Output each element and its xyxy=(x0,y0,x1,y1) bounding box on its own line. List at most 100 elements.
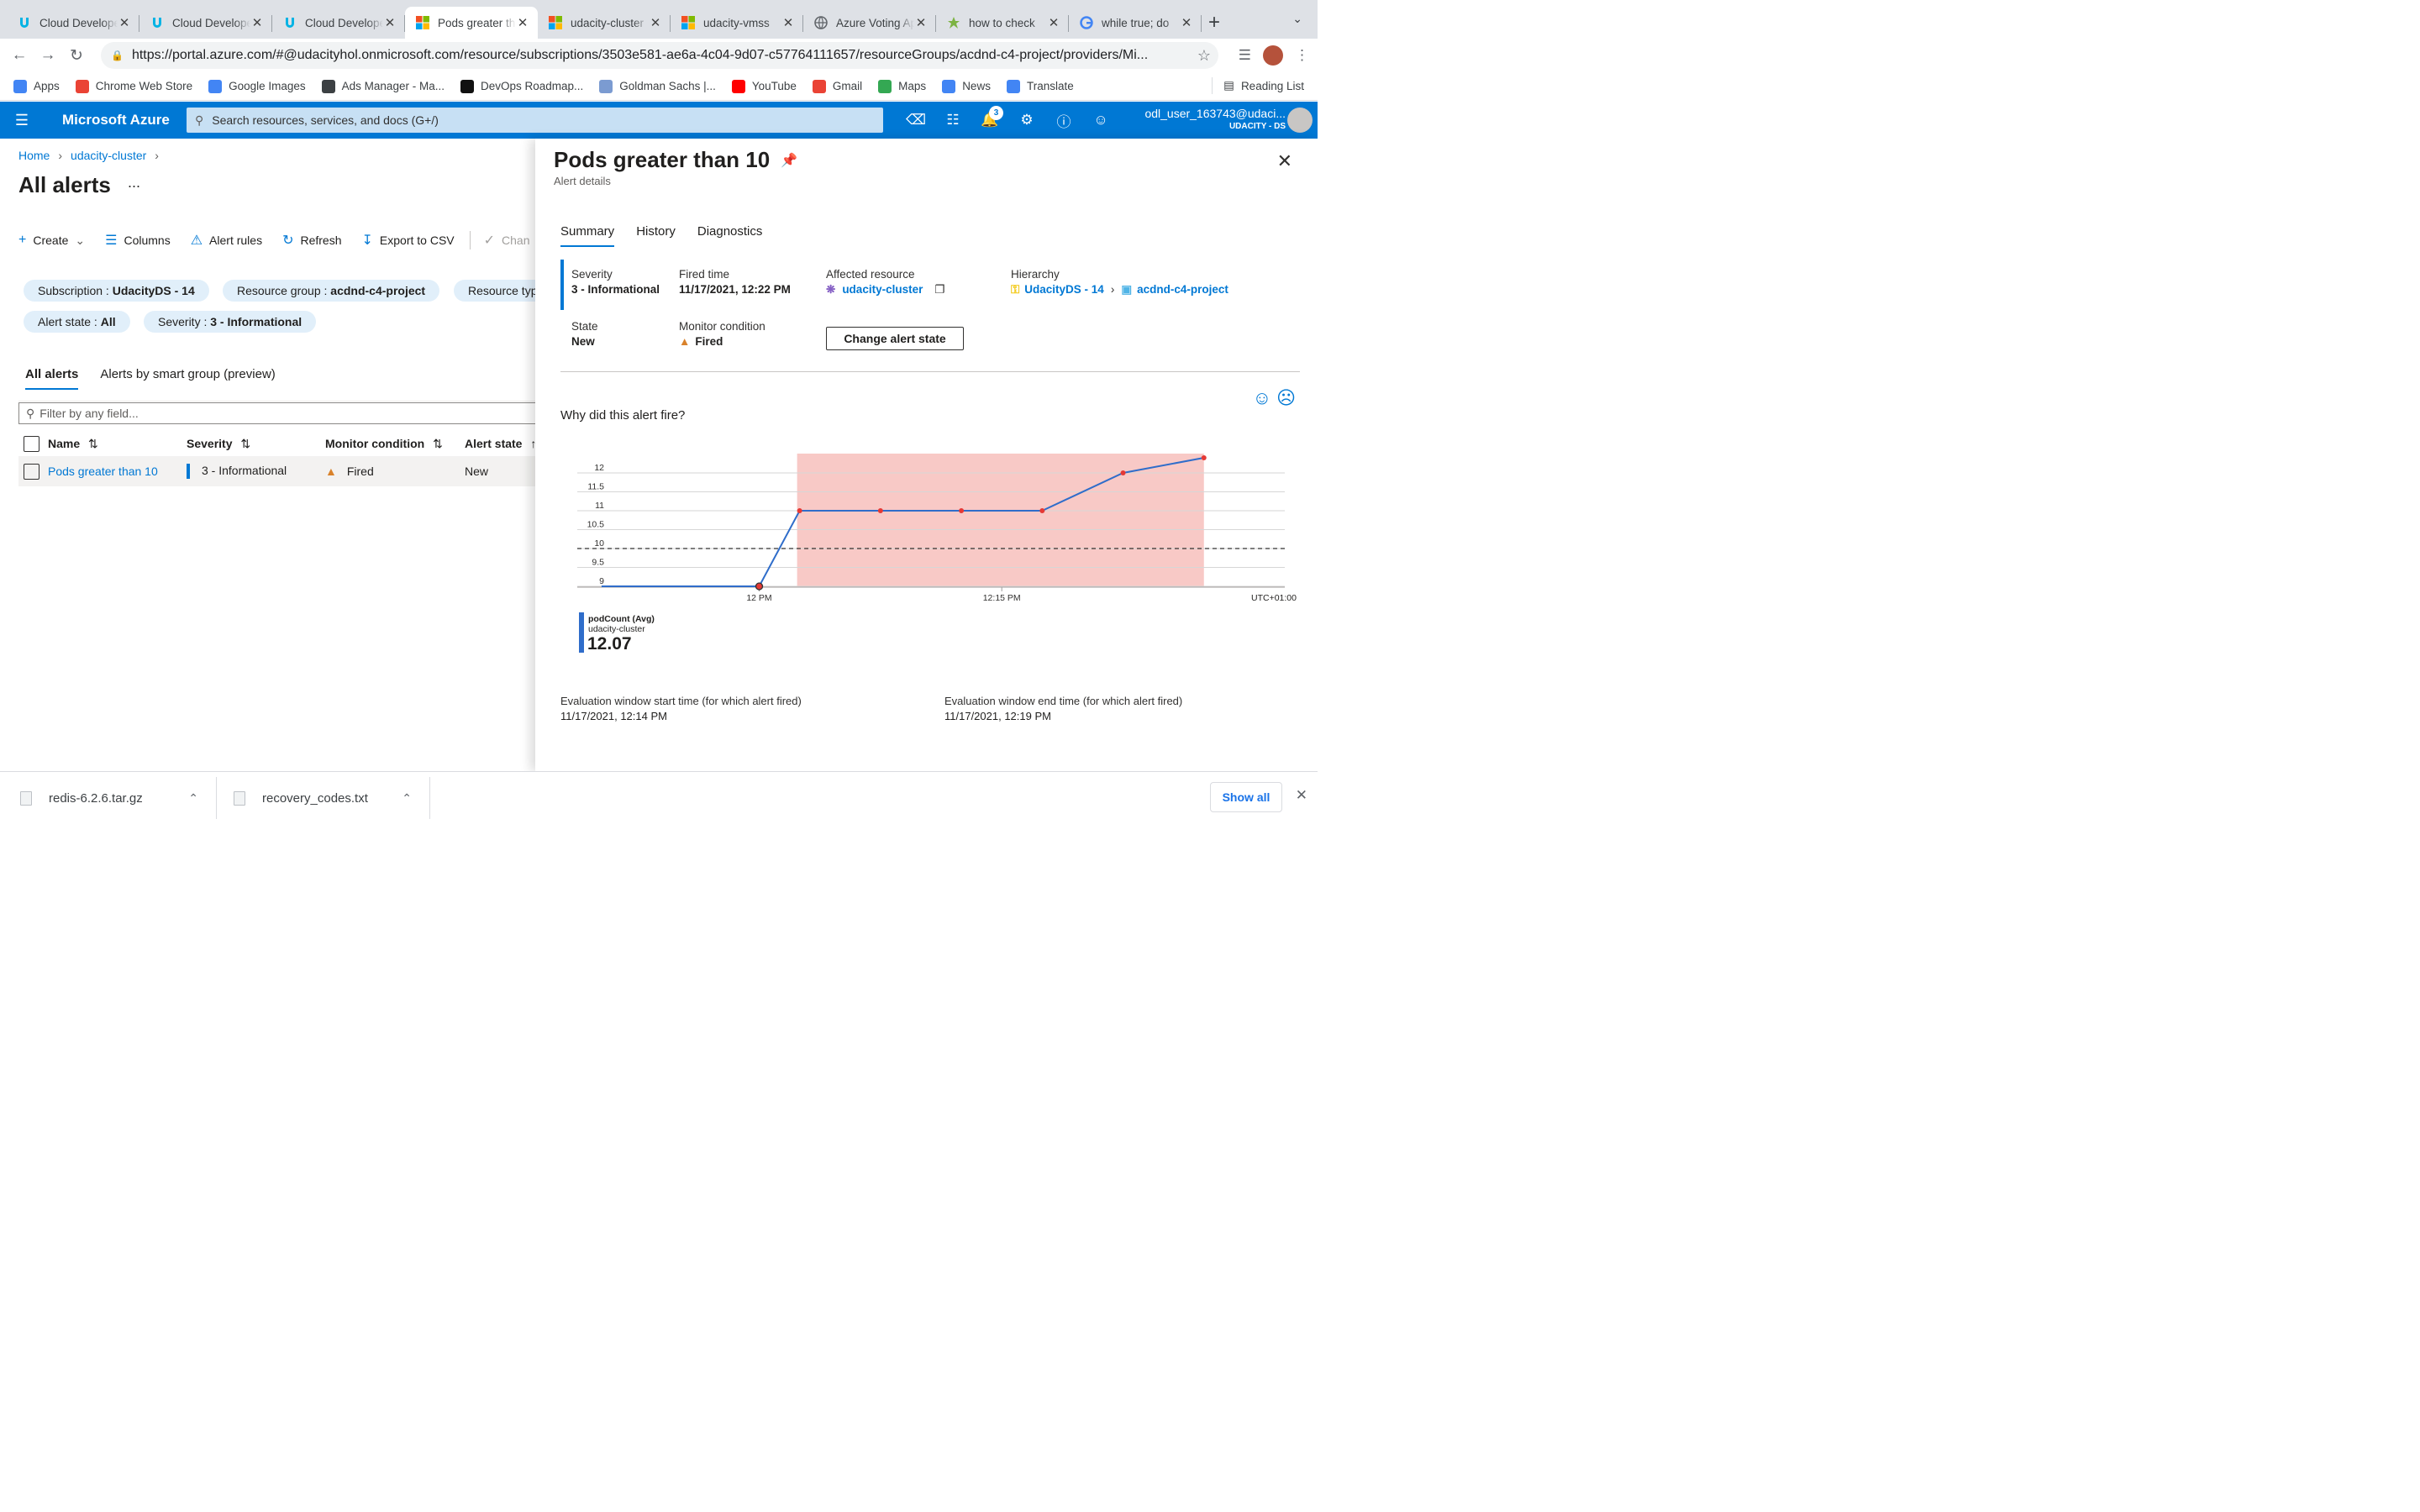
close-tab-icon[interactable]: ✕ xyxy=(914,15,928,30)
close-icon[interactable]: ✕ xyxy=(1296,787,1307,804)
close-icon[interactable]: ✕ xyxy=(1277,150,1292,172)
subscription-filter-pill[interactable]: Subscription : UdacityDS - 14 xyxy=(24,280,209,302)
azure-brand[interactable]: Microsoft Azure xyxy=(62,112,187,129)
browser-tab[interactable]: udacity-vmss ✕ xyxy=(671,7,803,39)
filter-input[interactable]: ⚲ Filter by any field... xyxy=(18,402,535,424)
global-search-input[interactable]: ⚲ Search resources, services, and docs (… xyxy=(187,108,883,133)
notifications-icon[interactable]: 🔔 3 xyxy=(971,106,1008,129)
close-tab-icon[interactable]: ✕ xyxy=(781,15,795,30)
directory-filter-icon[interactable]: ☷ xyxy=(934,112,971,129)
alert-state-filter-pill[interactable]: Alert state : All xyxy=(24,311,130,333)
portal-menu-icon[interactable]: ☰ xyxy=(0,112,44,129)
close-tab-icon[interactable]: ✕ xyxy=(118,15,131,30)
close-tab-icon[interactable]: ✕ xyxy=(1047,15,1060,30)
affected-resource-link[interactable]: ❋ udacity-cluster ❐ xyxy=(826,283,944,297)
bookmark-item[interactable]: Maps xyxy=(878,79,926,93)
bookmark-item[interactable]: Ads Manager - Ma... xyxy=(321,79,445,93)
settings-gear-icon[interactable]: ⚙ xyxy=(1008,112,1045,129)
new-tab-button[interactable]: + xyxy=(1202,7,1227,39)
breadcrumb-home[interactable]: Home xyxy=(18,149,50,162)
url-bar[interactable]: 🔒 https://portal.azure.com/#@udacityhol.… xyxy=(101,42,1218,69)
create-button[interactable]: + Create ⌄ xyxy=(18,233,85,248)
browser-tab[interactable]: udacity-cluster ✕ xyxy=(538,7,671,39)
alert-name-link[interactable]: Pods greater than 10 xyxy=(48,465,158,478)
close-tab-icon[interactable]: ✕ xyxy=(516,15,529,30)
tab-search-icon[interactable]: ⌄ xyxy=(1292,12,1302,26)
table-row[interactable]: Pods greater than 10 3 - Informational ▲… xyxy=(18,456,535,486)
close-tab-icon[interactable]: ✕ xyxy=(383,15,397,30)
back-icon[interactable]: ← xyxy=(5,46,34,65)
udacity-icon xyxy=(17,15,32,30)
browser-menu-icon[interactable]: ⋮ xyxy=(1295,47,1309,64)
close-tab-icon[interactable]: ✕ xyxy=(649,15,662,30)
bookmark-item[interactable]: Chrome Web Store xyxy=(75,79,192,93)
bookmark-item[interactable]: Google Images xyxy=(208,79,306,93)
bookmark-item[interactable]: Gmail xyxy=(812,79,862,93)
select-all-checkbox[interactable] xyxy=(24,435,39,452)
reload-icon[interactable]: ↻ xyxy=(62,46,91,66)
column-severity[interactable]: Severity ⇅ xyxy=(187,437,250,451)
tab-summary[interactable]: Summary xyxy=(560,224,615,247)
forward-icon[interactable]: → xyxy=(34,46,62,65)
bookmark-star-icon[interactable]: ☆ xyxy=(1190,47,1218,65)
media-control-icon[interactable]: ☰ xyxy=(1239,47,1251,64)
severity-filter-pill[interactable]: Severity : 3 - Informational xyxy=(144,311,317,333)
column-monitor-condition[interactable]: Monitor condition ⇅ xyxy=(325,437,443,451)
change-state-button[interactable]: ✓ Chan xyxy=(484,232,530,249)
help-icon[interactable]: ⓘ xyxy=(1045,110,1082,131)
bookmark-label: Ads Manager - Ma... xyxy=(341,80,445,92)
browser-tab[interactable]: how to check ✕ xyxy=(936,7,1069,39)
bookmark-item[interactable]: Translate xyxy=(1006,79,1074,93)
export-csv-button[interactable]: ↧ Export to CSV xyxy=(362,232,455,249)
chevron-up-icon[interactable]: ⌃ xyxy=(188,791,198,806)
browser-tab[interactable]: Cloud Developer ✕ xyxy=(272,7,405,39)
breadcrumb-cluster[interactable]: udacity-cluster xyxy=(71,149,146,162)
resource-type-filter-pill[interactable]: Resource typ xyxy=(454,280,535,302)
column-name[interactable]: Name ⇅ xyxy=(48,437,98,451)
bookmark-item[interactable]: DevOps Roadmap... xyxy=(460,79,583,93)
globe-icon xyxy=(813,15,829,30)
toolbar-divider xyxy=(469,231,471,249)
browser-tab[interactable]: Pods greater than 10✕ xyxy=(405,7,538,39)
chevron-up-icon[interactable]: ⌃ xyxy=(402,791,412,806)
row-checkbox[interactable] xyxy=(24,463,39,480)
notification-count: 3 xyxy=(989,106,1003,120)
tab-diagnostics[interactable]: Diagnostics xyxy=(697,224,763,247)
frown-icon[interactable]: ☹ xyxy=(1276,387,1296,409)
smile-icon[interactable]: ☺ xyxy=(1253,387,1271,409)
udacity-icon xyxy=(150,15,165,30)
refresh-button[interactable]: ↻ Refresh xyxy=(282,232,341,249)
close-tab-icon[interactable]: ✕ xyxy=(1180,15,1193,30)
bookmark-item[interactable]: YouTube xyxy=(731,79,797,93)
hierarchy-rg-link[interactable]: acdnd-c4-project xyxy=(1137,283,1228,296)
change-alert-state-button[interactable]: Change alert state xyxy=(826,327,964,350)
tab-history[interactable]: History xyxy=(636,224,676,247)
bookmark-item[interactable]: Apps xyxy=(13,79,60,93)
close-tab-icon[interactable]: ✕ xyxy=(250,15,264,30)
browser-tab[interactable]: Azure Voting App✕ xyxy=(803,7,936,39)
feedback-icon[interactable]: ☺ xyxy=(1082,112,1119,129)
bookmark-item[interactable]: Goldman Sachs |... xyxy=(599,79,716,93)
pin-icon[interactable]: 📌 xyxy=(781,152,797,169)
bookmark-item[interactable]: News xyxy=(942,79,991,93)
hierarchy-subscription-link[interactable]: UdacityDS - 14 xyxy=(1024,283,1104,296)
resource-group-filter-pill[interactable]: Resource group : acdnd-c4-project xyxy=(223,280,440,302)
cloud-shell-icon[interactable]: ⌫ xyxy=(897,112,934,129)
browser-tab[interactable]: Cloud Developer ✕ xyxy=(7,7,139,39)
profile-avatar[interactable] xyxy=(1263,45,1283,66)
columns-button[interactable]: ☰ Columns xyxy=(105,232,171,249)
reading-list-button[interactable]: ▤ Reading List xyxy=(1212,77,1304,94)
show-all-downloads-button[interactable]: Show all xyxy=(1210,782,1282,812)
account-menu[interactable]: odl_user_163743@udaci... UDACITY - DS xyxy=(1134,107,1286,131)
column-alert-state[interactable]: Alert state ↑ xyxy=(465,437,535,450)
browser-tab[interactable]: while true; do ✕ xyxy=(1069,7,1202,39)
user-avatar[interactable] xyxy=(1287,108,1313,133)
tab-smart-groups[interactable]: Alerts by smart group (preview) xyxy=(100,367,275,390)
tab-all-alerts[interactable]: All alerts xyxy=(25,367,79,390)
download-item[interactable]: recovery_codes.txt ⌃ xyxy=(234,772,429,823)
more-options-button[interactable]: ... xyxy=(128,174,140,192)
copy-icon[interactable]: ❐ xyxy=(934,283,944,296)
download-item[interactable]: redis-6.2.6.tar.gz ⌃ xyxy=(20,772,215,823)
browser-tab[interactable]: Cloud Developer ✕ xyxy=(139,7,272,39)
alert-rules-button[interactable]: ⚠ Alert rules xyxy=(191,232,262,249)
